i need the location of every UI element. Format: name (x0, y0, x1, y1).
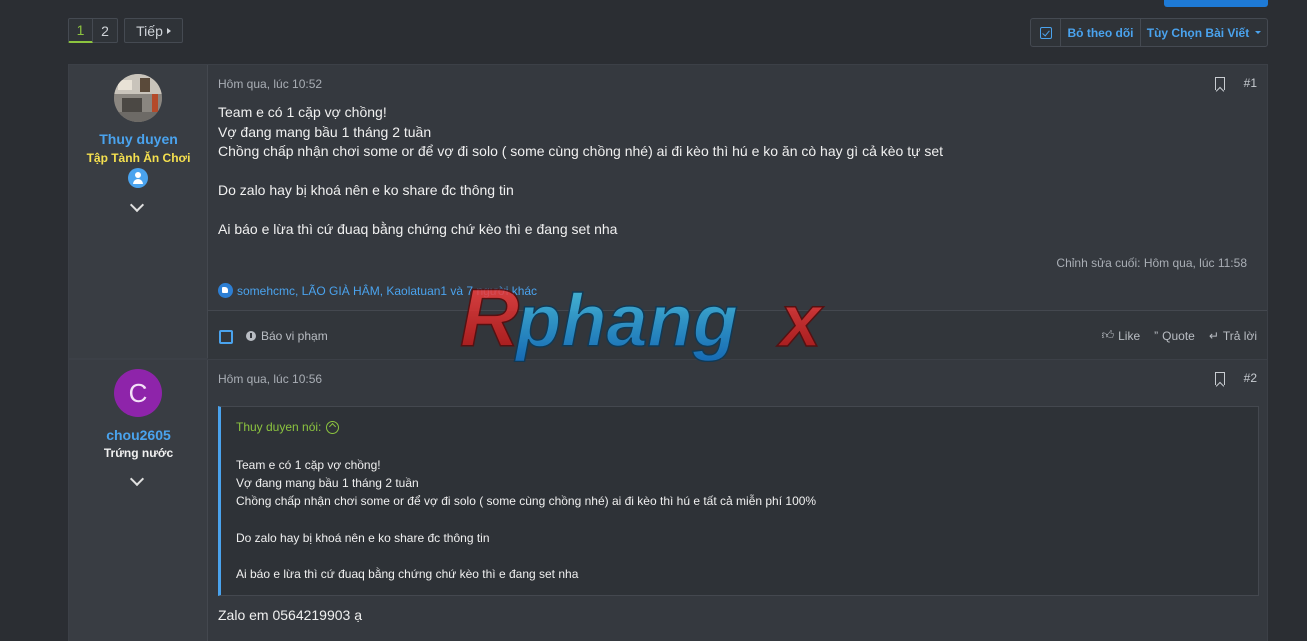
reply-button[interactable]: ↵ Trả lời (1209, 328, 1257, 343)
reactions-bar[interactable]: somehcmc, LÃO GIÀ HÂM, Kaolatuan1 và 7 n… (218, 283, 537, 298)
post-options-label: Tùy Chọn Bài Viết (1146, 25, 1250, 40)
like-button[interactable]: 👍︎ Like (1102, 328, 1141, 343)
last-edited-note: Chỉnh sửa cuối: Hôm qua, lúc 11:58 (1056, 256, 1247, 270)
thumbs-up-icon: 👍︎ (1101, 328, 1115, 342)
post-1-user-cell: Thuy duyen Tập Tành Ăn Chơi (69, 65, 208, 358)
post-2: C chou2605 Trứng nước Hôm qua, lúc 10:56… (68, 359, 1268, 641)
quote-line: Do zalo hay bị khoá nên e ko share đc th… (236, 530, 490, 545)
quote-author-link[interactable]: Thuy duyen nói: (236, 420, 340, 434)
quote-line: Chồng chấp nhận chơi some or để vợ đi so… (236, 494, 817, 509)
quote-line: Ai báo e lừa thì cứ đuaq bằng chứng chứ … (236, 567, 579, 582)
username[interactable]: chou2605 (69, 427, 208, 443)
post-line: Ai báo e lừa thì cứ đuaq bằng chứng chứ … (218, 221, 618, 237)
quote-block: Thuy duyen nói: Team e có 1 cặp vợ chồng… (218, 406, 1259, 596)
reply-arrow-icon: ↵ (1208, 328, 1219, 343)
quote-line: Vợ đang mang bầu 1 tháng 2 tuần (236, 476, 419, 491)
quote-button[interactable]: ” Quote (1154, 328, 1195, 343)
next-page-label: Tiếp (136, 22, 163, 39)
reactions-list[interactable]: somehcmc, LÃO GIÀ HÂM, Kaolatuan1 và 7 n… (237, 284, 537, 298)
chevron-down-icon[interactable] (129, 197, 145, 213)
chevron-down-icon[interactable] (129, 471, 145, 487)
arrow-up-circle-icon (326, 420, 340, 434)
next-page-link[interactable]: Tiếp (124, 18, 183, 43)
post-reply-text: Zalo em 0564219903 ạ (218, 607, 362, 623)
select-thread-button[interactable] (1031, 19, 1060, 46)
select-post-checkbox[interactable] (219, 330, 233, 344)
quote-label: Quote (1162, 328, 1195, 343)
post-line: Do zalo hay bị khoá nên e ko share đc th… (218, 182, 514, 198)
avatar[interactable]: C (114, 369, 162, 417)
reply-label: Trả lời (1222, 328, 1257, 343)
bookmark-icon[interactable] (1215, 372, 1225, 385)
post-2-main: Hôm qua, lúc 10:56 #2 Thuy duyen nói: Te… (208, 360, 1267, 641)
report-icon (246, 331, 256, 341)
post-actions: 👍︎ Like ” Quote ↵ Trả lời (1088, 328, 1257, 343)
checkbox-icon (1039, 26, 1052, 39)
report-link[interactable]: Báo vi phạm (246, 329, 328, 343)
post-line: Vợ đang mang bầu 1 tháng 2 tuần (218, 123, 432, 140)
post-body: Team e có 1 cặp vợ chồng! Vợ đang mang b… (218, 103, 943, 240)
post-line (218, 201, 943, 221)
quote-author: Thuy duyen nói: (236, 420, 322, 434)
page-1-link[interactable]: 1 (68, 18, 93, 43)
post-2-user-cell: C chou2605 Trứng nước (69, 360, 208, 641)
bookmark-icon[interactable] (1215, 77, 1225, 90)
top-primary-button-edge[interactable] (1164, 0, 1268, 7)
post-line: Chồng chấp nhận chơi some or để vợ đi so… (218, 143, 944, 159)
post-number[interactable]: #1 (1244, 76, 1257, 90)
post-1-main: Hôm qua, lúc 10:52 #1 Team e có 1 cặp vợ… (208, 65, 1267, 360)
chevron-down-icon (1255, 31, 1262, 34)
user-title: Trứng nước (103, 446, 174, 460)
post-1: Thuy duyen Tập Tành Ăn Chơi Hôm qua, lúc… (68, 64, 1268, 360)
quote-line (236, 511, 816, 529)
pagination: 1 2 Tiếp (68, 18, 183, 43)
thread-action-bar: Bỏ theo dõi Tùy Chọn Bài Viết (1030, 18, 1268, 47)
report-label: Báo vi phạm (261, 329, 328, 343)
post-date[interactable]: Hôm qua, lúc 10:52 (218, 77, 322, 91)
like-label: Like (1118, 328, 1141, 343)
quote-icon: ” (1154, 328, 1159, 343)
unfollow-button[interactable]: Bỏ theo dõi (1060, 19, 1140, 46)
user-title: Tập Tành Ăn Chơi (86, 151, 191, 165)
user-badge-icon (128, 168, 148, 188)
caret-right-icon (166, 27, 171, 34)
like-reaction-icon (218, 283, 233, 298)
post-line (218, 162, 943, 182)
quote-body: Team e có 1 cặp vợ chồng! Vợ đang mang b… (236, 456, 816, 583)
post-options-button[interactable]: Tùy Chọn Bài Viết (1140, 19, 1267, 46)
post-line: Team e có 1 cặp vợ chồng! (218, 104, 387, 120)
post-date[interactable]: Hôm qua, lúc 10:56 (218, 372, 322, 386)
username[interactable]: Thuy duyen (69, 131, 208, 147)
post-footer: Báo vi phạm 👍︎ Like ” Quote ↵ Trả lời (208, 310, 1267, 360)
page-2-link[interactable]: 2 (93, 18, 118, 43)
quote-line: Team e có 1 cặp vợ chồng! (236, 458, 381, 472)
post-number[interactable]: #2 (1244, 371, 1257, 385)
quote-line (236, 547, 816, 565)
avatar[interactable] (114, 74, 162, 122)
